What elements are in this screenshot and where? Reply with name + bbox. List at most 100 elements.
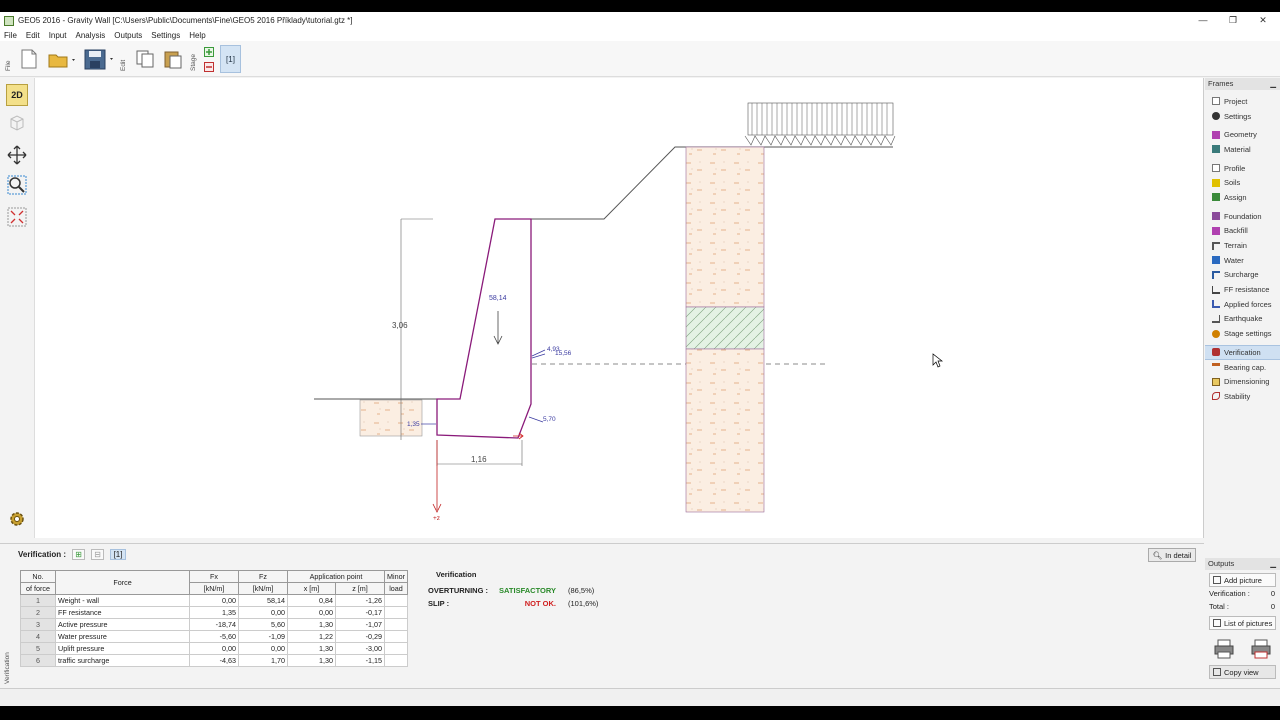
minimize-button[interactable]: — — [1188, 12, 1218, 29]
settings-gear-icon — [1212, 112, 1220, 121]
menu-analysis[interactable]: Analysis — [75, 31, 105, 40]
frame-label: Stage settings — [1224, 329, 1272, 339]
cube-3d-icon — [10, 115, 24, 131]
row-number: 2 — [20, 606, 56, 619]
frame-label: Backfill — [1224, 226, 1248, 236]
frame-settings[interactable]: Settings — [1205, 109, 1280, 124]
frame-geometry[interactable]: Geometry — [1205, 127, 1280, 142]
frame-label: Material — [1224, 144, 1251, 154]
col-no-label: No. — [32, 572, 44, 581]
settings-gear-button[interactable] — [6, 508, 28, 530]
add-stage-button[interactable] — [203, 46, 215, 58]
frame-stability[interactable]: Stability — [1205, 389, 1280, 404]
remove-stage-button[interactable] — [203, 61, 215, 73]
row-fx: -18,74 — [189, 618, 239, 631]
frame-earthquake[interactable]: Earthquake — [1205, 312, 1280, 327]
save-file-button[interactable] — [82, 47, 116, 71]
frame-bearing-capacity[interactable]: Bearing cap. — [1205, 360, 1280, 375]
frame-stage-settings[interactable]: Stage settings — [1205, 326, 1280, 341]
profile-icon — [1212, 164, 1220, 173]
terrain-icon — [1212, 241, 1220, 250]
open-folder-icon — [48, 54, 75, 68]
stage-settings-icon — [1212, 329, 1220, 338]
col-minor: Minor — [384, 570, 408, 583]
frame-label: Settings — [1224, 111, 1252, 121]
in-detail-button[interactable]: 🔍︎ In detail — [1148, 548, 1196, 562]
frame-terrain[interactable]: Terrain — [1205, 238, 1280, 253]
close-button[interactable]: ✕ — [1248, 12, 1278, 29]
open-file-button[interactable] — [46, 47, 78, 71]
print-preview-button[interactable] — [1250, 638, 1272, 662]
frames-header-label: Frames — [1208, 79, 1234, 88]
verification-side-tab[interactable]: Verification — [4, 652, 11, 684]
row-force: FF resistance — [55, 606, 190, 619]
drawing-canvas[interactable]: 3,06 1,16 58,14 4,93 15,56 5,70 1,35 +z — [34, 78, 1204, 538]
row-fz: 1,70 — [238, 654, 288, 667]
zoom-button[interactable] — [6, 174, 28, 196]
table-row[interactable]: 6 traffic surcharge -4,63 1,70 1,30 -1,1… — [20, 654, 408, 667]
frame-dimensioning[interactable]: Dimensioning — [1205, 374, 1280, 389]
frame-soils[interactable]: Soils — [1205, 175, 1280, 190]
table-row[interactable]: 1 Weight - wall 0,00 58,14 0,84 -1,26 — [20, 594, 408, 607]
view-3d-button[interactable] — [6, 112, 28, 134]
frame-profile[interactable]: Profile — [1205, 161, 1280, 176]
row-force: Active pressure — [55, 618, 190, 631]
stage-tab-1[interactable]: [1] — [220, 45, 241, 73]
row-force: Uplift pressure — [55, 642, 190, 655]
row-minor — [384, 618, 408, 631]
frame-verification[interactable]: Verification — [1205, 345, 1280, 360]
restore-button[interactable]: ❐ — [1218, 12, 1248, 29]
row-z: -0,17 — [335, 606, 385, 619]
result-percent: (86,5%) — [568, 586, 595, 595]
menu-file[interactable]: File — [4, 31, 17, 40]
table-row[interactable]: 2 FF resistance 1,35 0,00 0,00 -0,17 — [20, 606, 408, 619]
new-file-button[interactable] — [18, 47, 40, 71]
list-of-pictures-button[interactable]: List of pictures — [1209, 616, 1276, 630]
frame-assign[interactable]: Assign — [1205, 190, 1280, 205]
fit-view-button[interactable] — [6, 206, 28, 228]
paste-button[interactable] — [162, 47, 184, 71]
frame-water[interactable]: Water — [1205, 253, 1280, 268]
wall-drawing: 3,06 1,16 58,14 4,93 15,56 5,70 1,35 +z — [314, 102, 944, 522]
menu-settings[interactable]: Settings — [151, 31, 180, 40]
frame-applied-forces[interactable]: Applied forces — [1205, 297, 1280, 312]
frame-label: Dimensioning — [1224, 377, 1270, 387]
frame-material[interactable]: Material — [1205, 142, 1280, 157]
frame-backfill[interactable]: Backfill — [1205, 224, 1280, 239]
print-button[interactable] — [1213, 638, 1235, 662]
copy-button[interactable] — [134, 47, 156, 71]
table-row[interactable]: 3 Active pressure -18,74 5,60 1,30 -1,07 — [20, 618, 408, 631]
copy-view-button[interactable]: Copy view — [1209, 665, 1276, 679]
collapse-icon[interactable]: ▁ — [1270, 78, 1276, 90]
add-picture-button[interactable]: Add picture — [1209, 573, 1276, 587]
table-row[interactable]: 4 Water pressure -5,60 -1,09 1,22 -0,29 — [20, 630, 408, 643]
outputs-panel: Outputs ▁ Add picture Verification : 0 Tot… — [1205, 558, 1280, 698]
view-2d-button[interactable]: 2D — [6, 84, 28, 106]
detail-magnifier-icon: 🔍︎ — [1152, 550, 1163, 560]
verification-count-row: Verification : 0 — [1205, 587, 1280, 600]
menu-edit[interactable]: Edit — [26, 31, 40, 40]
remove-verification-button[interactable]: ⊟ — [91, 549, 105, 560]
row-fx: -4,63 — [189, 654, 239, 667]
frame-foundation[interactable]: Foundation — [1205, 209, 1280, 224]
menu-help[interactable]: Help — [189, 31, 205, 40]
applied-forces-icon — [1212, 300, 1220, 309]
frame-project[interactable]: Project — [1205, 94, 1280, 109]
add-verification-button[interactable]: ⊞ — [72, 549, 86, 560]
front-soil-block — [359, 399, 423, 437]
verification-stage-tab[interactable]: [1] — [110, 549, 127, 560]
collapse-icon[interactable]: ▁ — [1270, 558, 1276, 570]
weight-force-label: 58,14 — [489, 295, 507, 302]
pan-button[interactable] — [6, 144, 28, 166]
menu-input[interactable]: Input — [49, 31, 67, 40]
frame-ff-resistance[interactable]: FF resistance — [1205, 282, 1280, 297]
col-fx-unit: [kN/m] — [189, 582, 239, 595]
gear-icon — [10, 512, 24, 526]
menu-outputs[interactable]: Outputs — [114, 31, 142, 40]
window-title: GEO5 2016 - Gravity Wall [C:\Users\Publi… — [18, 16, 353, 25]
frame-surcharge[interactable]: Surcharge — [1205, 268, 1280, 283]
traffic-surcharge-graphic — [744, 102, 896, 146]
frame-label: Verification — [1224, 347, 1261, 357]
table-row[interactable]: 5 Uplift pressure 0,00 0,00 1,30 -3,00 — [20, 642, 408, 655]
list-icon — [1213, 619, 1221, 627]
